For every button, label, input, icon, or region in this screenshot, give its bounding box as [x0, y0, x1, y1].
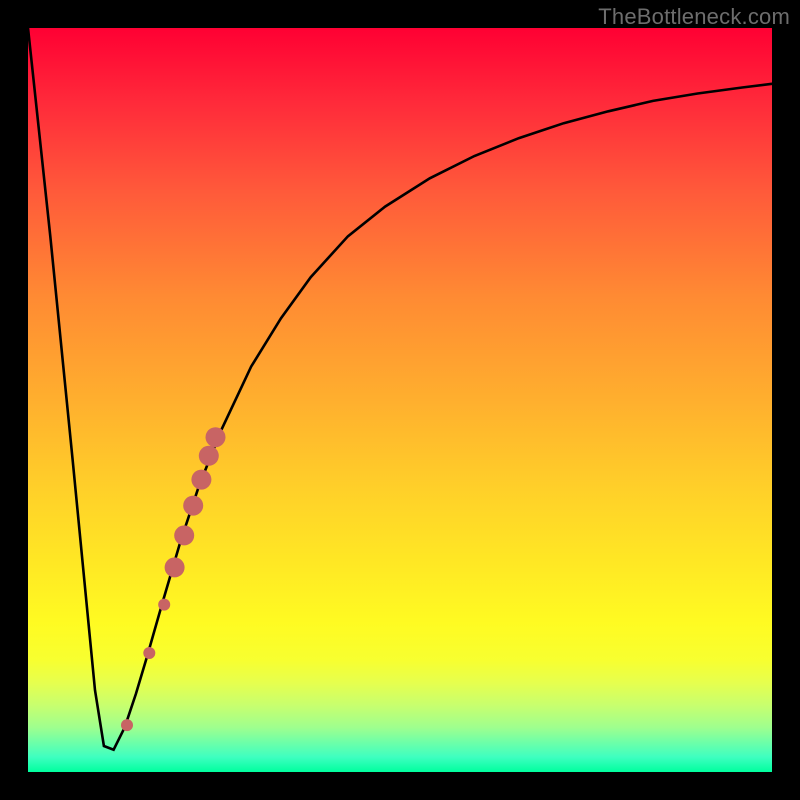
curve-marker — [158, 599, 170, 611]
curve-marker — [191, 470, 211, 490]
curve-markers — [121, 427, 226, 731]
watermark-text: TheBottleneck.com — [598, 4, 790, 30]
curve-marker — [165, 557, 185, 577]
curve-marker — [199, 446, 219, 466]
curve-marker — [183, 496, 203, 516]
curve-marker — [143, 647, 155, 659]
bottleneck-curve — [28, 28, 772, 750]
curve-marker — [174, 525, 194, 545]
plot-area — [28, 28, 772, 772]
bottleneck-curve-svg — [28, 28, 772, 772]
curve-marker — [121, 719, 133, 731]
curve-marker — [206, 427, 226, 447]
chart-frame: TheBottleneck.com — [0, 0, 800, 800]
